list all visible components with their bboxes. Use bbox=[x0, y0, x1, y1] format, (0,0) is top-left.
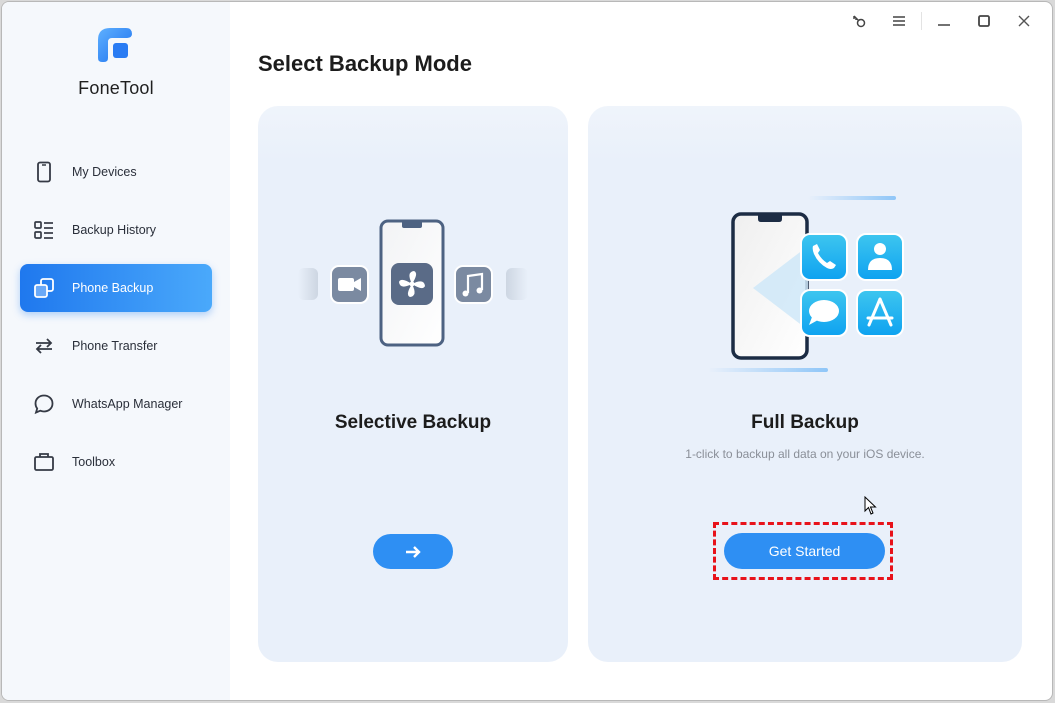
faded-app-icon bbox=[506, 268, 528, 300]
arrow-right-icon bbox=[406, 545, 421, 558]
sidebar-item-label: Phone Backup bbox=[72, 281, 154, 295]
sidebar-item-label: Toolbox bbox=[72, 455, 116, 469]
mouse-cursor-icon bbox=[864, 496, 877, 515]
maximize-icon bbox=[978, 15, 990, 27]
app-window: FoneTool My Devices Backup History Phone… bbox=[1, 1, 1053, 701]
sidebar-item-toolbox[interactable]: Toolbox bbox=[20, 438, 212, 486]
fan-icon bbox=[391, 263, 433, 305]
full-backup-card[interactable]: Full Backup 1-click to backup all data o… bbox=[588, 106, 1022, 662]
sidebar-item-my-devices[interactable]: My Devices bbox=[20, 148, 212, 196]
key-icon bbox=[853, 15, 866, 28]
sidebar-nav: My Devices Backup History Phone Backup P… bbox=[20, 148, 212, 496]
sidebar-item-phone-transfer[interactable]: Phone Transfer bbox=[20, 322, 212, 370]
phone-call-icon bbox=[800, 233, 848, 281]
title-bar-controls bbox=[839, 2, 1052, 40]
contact-icon bbox=[856, 233, 904, 281]
full-backup-illustration bbox=[708, 196, 904, 372]
sidebar-item-label: My Devices bbox=[72, 165, 137, 179]
selective-backup-next-button[interactable] bbox=[373, 534, 453, 569]
sidebar-item-whatsapp-manager[interactable]: WhatsApp Manager bbox=[20, 380, 212, 428]
app-store-icon bbox=[856, 289, 904, 337]
selective-backup-card[interactable]: Selective Backup bbox=[258, 106, 568, 662]
menu-icon bbox=[893, 16, 905, 26]
minimize-button[interactable] bbox=[924, 3, 964, 39]
list-icon bbox=[34, 221, 53, 239]
card-title: Full Backup bbox=[751, 412, 859, 433]
selective-backup-illustration bbox=[298, 219, 528, 347]
sidebar-item-label: Phone Transfer bbox=[72, 339, 158, 353]
maximize-button[interactable] bbox=[964, 3, 1004, 39]
page-title: Select Backup Mode bbox=[258, 51, 472, 76]
close-button[interactable] bbox=[1004, 3, 1044, 39]
faded-app-icon bbox=[298, 268, 318, 300]
card-title: Selective Backup bbox=[334, 412, 492, 433]
decor-line bbox=[808, 196, 896, 200]
fonetool-logo-icon bbox=[98, 28, 132, 62]
minimize-icon bbox=[938, 24, 950, 26]
copy-icon bbox=[34, 278, 54, 298]
sidebar-item-label: WhatsApp Manager bbox=[72, 397, 183, 411]
sidebar-item-label: Backup History bbox=[72, 223, 157, 237]
get-started-button[interactable]: Get Started bbox=[724, 533, 885, 569]
menu-button[interactable] bbox=[879, 3, 919, 39]
card-description: 1-click to backup all data on your iOS d… bbox=[685, 447, 925, 461]
phone-icon bbox=[37, 161, 51, 183]
video-icon bbox=[330, 265, 369, 304]
transfer-arrows-icon bbox=[35, 338, 53, 354]
sidebar-item-backup-history[interactable]: Backup History bbox=[20, 206, 212, 254]
sidebar-item-phone-backup[interactable]: Phone Backup bbox=[20, 264, 212, 312]
sidebar: FoneTool My Devices Backup History Phone… bbox=[2, 2, 230, 700]
titlebar-divider bbox=[921, 12, 922, 30]
decor-line bbox=[708, 368, 828, 372]
message-icon bbox=[800, 289, 848, 337]
toolbox-icon bbox=[34, 453, 54, 471]
close-icon bbox=[1018, 15, 1030, 27]
key-button[interactable] bbox=[839, 3, 879, 39]
music-note-icon bbox=[454, 265, 493, 304]
app-name: FoneTool bbox=[78, 78, 154, 98]
chat-bubble-icon bbox=[34, 394, 54, 415]
